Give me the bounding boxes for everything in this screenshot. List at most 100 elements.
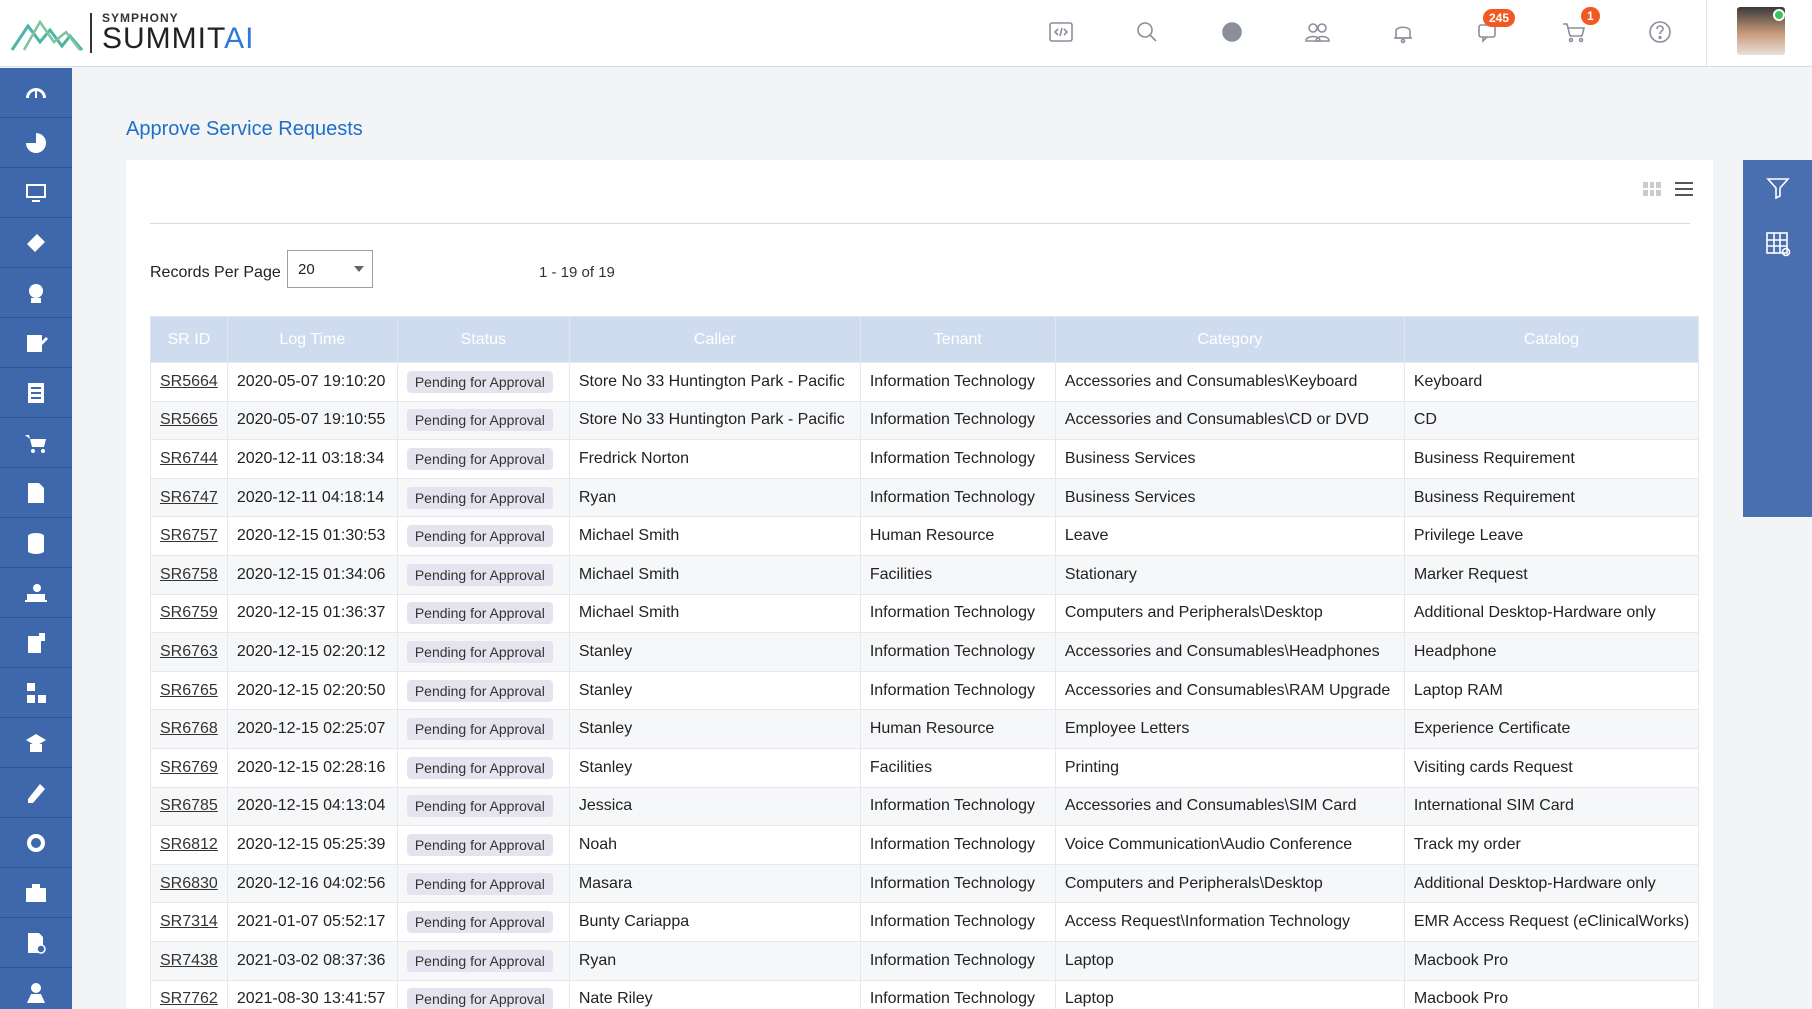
column-header-category[interactable]: Category <box>1054 316 1405 363</box>
briefcase-icon <box>26 883 46 902</box>
cell-status: Pending for Approval <box>396 709 570 749</box>
nav-projects[interactable] <box>0 868 72 918</box>
mobile-icon <box>28 632 45 653</box>
cell-sr-id[interactable]: SR6744 <box>150 439 228 479</box>
brand-main-text: SUMMIT <box>102 22 225 55</box>
pie-chart-icon <box>26 132 46 153</box>
nav-documents[interactable] <box>0 468 72 518</box>
column-header-catalog[interactable]: Catalog <box>1403 316 1700 363</box>
cell-caller: Nate Riley <box>568 979 861 1009</box>
table-row[interactable]: SR7438 2021-03-02 08:37:36 Pending for App… <box>150 940 1700 981</box>
column-header-tenant[interactable]: Tenant <box>859 316 1056 363</box>
nav-support[interactable] <box>0 268 72 318</box>
column-header-sr-id[interactable]: SR ID <box>150 316 228 363</box>
cell-caller: Bunty Cariappa <box>568 902 861 942</box>
brand-logo[interactable]: SYMPHONY SUMMITAI <box>10 8 254 58</box>
cell-tenant: Information Technology <box>859 400 1056 441</box>
cell-sr-id[interactable]: SR6768 <box>150 709 228 749</box>
person-icon <box>27 982 45 1003</box>
chevron-down-icon <box>354 266 364 272</box>
database-icon <box>28 532 44 554</box>
nav-monitor[interactable] <box>0 168 72 218</box>
nav-edit[interactable] <box>0 318 72 368</box>
cell-sr-id[interactable]: SR7762 <box>150 979 228 1009</box>
status-badge: Pending for Approval <box>406 911 553 934</box>
nav-changes[interactable] <box>0 768 72 818</box>
nav-tickets[interactable] <box>0 218 72 268</box>
table-row[interactable]: SR6830 2020-12-16 04:02:56 Pending for App… <box>150 863 1700 904</box>
table-row[interactable]: SR6747 2020-12-11 04:18:14 Pending for App… <box>150 477 1700 518</box>
nav-dashboard[interactable] <box>0 68 72 118</box>
nav-partners[interactable] <box>0 818 72 868</box>
cell-sr-id[interactable]: SR7314 <box>150 902 228 942</box>
cell-sr-id[interactable]: SR6785 <box>150 786 228 827</box>
filter-button[interactable] <box>1743 160 1812 216</box>
nav-service-catalog[interactable] <box>0 418 72 468</box>
nav-assets[interactable] <box>0 568 72 618</box>
nav-hierarchy[interactable] <box>0 668 72 718</box>
status-badge: Pending for Approval <box>406 447 553 470</box>
table-settings-button[interactable] <box>1743 216 1812 272</box>
cell-sr-id[interactable]: SR6765 <box>150 670 228 711</box>
cell-sr-id[interactable]: SR6763 <box>150 632 228 672</box>
list-view-icon[interactable] <box>1675 182 1693 196</box>
table-row[interactable]: SR6785 2020-12-15 04:13:04 Pending for App… <box>150 786 1700 827</box>
cell-sr-id[interactable]: SR6747 <box>150 477 228 518</box>
dashboard-icon <box>26 87 46 98</box>
column-header-log-time[interactable]: Log Time <box>226 316 398 363</box>
table-row[interactable]: SR6765 2020-12-15 02:20:50 Pending for App… <box>150 670 1700 711</box>
cell-sr-id[interactable]: SR6830 <box>150 863 228 904</box>
grid-view-icon[interactable] <box>1643 182 1661 196</box>
nav-approvals[interactable] <box>0 918 72 968</box>
table-row[interactable]: SR5664 2020-05-07 19:10:20 Pending for App… <box>150 362 1700 402</box>
cell-sr-id[interactable]: SR6757 <box>150 516 228 556</box>
table-row[interactable]: SR7762 2021-08-30 13:41:57 Pending for App… <box>150 979 1700 1009</box>
nav-database[interactable] <box>0 518 72 568</box>
records-per-page-select[interactable]: 20 <box>287 250 373 288</box>
nav-reports[interactable] <box>0 368 72 418</box>
cell-caller: Michael Smith <box>568 593 861 634</box>
cell-category: Laptop <box>1054 979 1405 1009</box>
brand-ai-text: AI <box>224 22 255 55</box>
cell-catalog: Headphone <box>1403 632 1700 672</box>
cell-log-time: 2020-12-11 04:18:14 <box>226 477 398 518</box>
table-row[interactable]: SR6769 2020-12-15 02:28:16 Pending for App… <box>150 747 1700 788</box>
cell-sr-id[interactable]: SR5665 <box>150 400 228 441</box>
cell-sr-id[interactable]: SR6759 <box>150 593 228 634</box>
table-row[interactable]: SR6757 2020-12-15 01:30:53 Pending for App… <box>150 516 1700 556</box>
column-header-status[interactable]: Status <box>396 316 570 363</box>
cell-caller: Stanley <box>568 632 861 672</box>
users-icon[interactable] <box>1300 15 1334 49</box>
nav-analytics[interactable] <box>0 118 72 168</box>
column-header-caller[interactable]: Caller <box>568 316 861 363</box>
table-row[interactable]: SR5665 2020-05-07 19:10:55 Pending for App… <box>150 400 1700 441</box>
hierarchy-icon <box>27 682 46 703</box>
nav-knowledge[interactable] <box>0 718 72 768</box>
cell-sr-id[interactable]: SR6758 <box>150 554 228 595</box>
nav-mobile[interactable] <box>0 618 72 668</box>
cell-catalog: Macbook Pro <box>1403 979 1700 1009</box>
cell-catalog: EMR Access Request (eClinicalWorks) <box>1403 902 1700 942</box>
cell-tenant: Human Resource <box>859 709 1056 749</box>
table-row[interactable]: SR6758 2020-12-15 01:34:06 Pending for App… <box>150 554 1700 595</box>
table-row[interactable]: SR6768 2020-12-15 02:25:07 Pending for App… <box>150 709 1700 749</box>
nav-profile[interactable] <box>0 968 72 1009</box>
cell-sr-id[interactable]: SR5664 <box>150 362 228 402</box>
cell-log-time: 2020-12-15 05:25:39 <box>226 825 398 865</box>
code-icon[interactable] <box>1044 15 1078 49</box>
bell-icon[interactable] <box>1386 15 1420 49</box>
table-row[interactable]: SR6763 2020-12-15 02:20:12 Pending for App… <box>150 632 1700 672</box>
cell-category: Accessories and Consumables\CD or DVD <box>1054 400 1405 441</box>
search-icon[interactable] <box>1130 15 1164 49</box>
table-row[interactable]: SR7314 2021-01-07 05:52:17 Pending for App… <box>150 902 1700 942</box>
table-row[interactable]: SR6812 2020-12-15 05:25:39 Pending for App… <box>150 825 1700 865</box>
cell-tenant: Information Technology <box>859 979 1056 1009</box>
table-row[interactable]: SR6759 2020-12-15 01:36:37 Pending for App… <box>150 593 1700 634</box>
table-row[interactable]: SR6744 2020-12-11 03:18:34 Pending for App… <box>150 439 1700 479</box>
cell-sr-id[interactable]: SR7438 <box>150 940 228 981</box>
help-icon[interactable] <box>1643 15 1677 49</box>
globe-icon[interactable] <box>1215 15 1249 49</box>
cell-sr-id[interactable]: SR6812 <box>150 825 228 865</box>
cell-log-time: 2021-01-07 05:52:17 <box>226 902 398 942</box>
cell-sr-id[interactable]: SR6769 <box>150 747 228 788</box>
